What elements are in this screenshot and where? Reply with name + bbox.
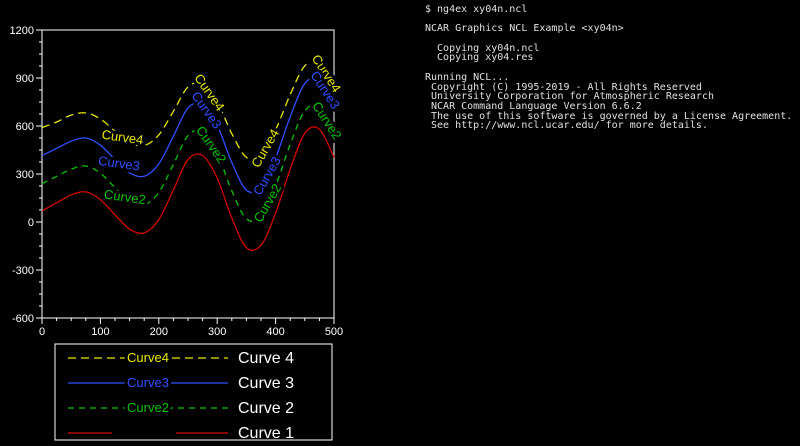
legend-row: Curve4 Curve 4: [68, 350, 294, 367]
x-tick-label: 300: [208, 326, 226, 338]
screen: -600 -300 0 300 600 900 1200 0 100 200 300 400 500 Cu…: [0, 0, 800, 441]
legend-line-label: Curve4: [127, 350, 169, 365]
x-tick-label: 500: [325, 326, 343, 338]
plot-frame: [42, 30, 334, 318]
legend-line-label: Curve2: [127, 400, 169, 415]
terminal-line: See http://www.ncl.ucar.edu/ for more de…: [425, 121, 795, 131]
legend: Curve4Curve 4Curve3Curve 3Curve2Curve 2C…: [55, 344, 332, 441]
y-tick-label: 600: [16, 121, 34, 133]
legend-label: Curve 2: [238, 400, 294, 417]
curve-inline-label: Curve2: [103, 187, 147, 208]
legend-row: Curve2 Curve 2: [68, 400, 294, 417]
y-tick-label: -300: [12, 265, 34, 277]
y-tick-label: 1200: [10, 25, 34, 37]
x-tick-label: 400: [266, 326, 284, 338]
legend-label: Curve 4: [238, 350, 294, 367]
ncar-graphics-window: -600 -300 0 300 600 900 1200 0 100 200 300 400 500 Cu…: [0, 0, 420, 441]
y-tick-label: 300: [16, 169, 34, 181]
terminal-prompt-line[interactable]: $ ng4ex xy04n.ncl: [425, 5, 795, 15]
x-tick-label: 0: [39, 326, 45, 338]
terminal-line: Copying xy04.res: [425, 53, 795, 63]
y-tick-label: -600: [12, 313, 34, 325]
x-axis: 0 100 200 300 400 500: [39, 318, 343, 338]
curve-curve-2: [42, 105, 334, 222]
curve-inline-label: Curve4: [101, 127, 145, 148]
legend-label: Curve 3: [238, 375, 294, 392]
y-tick-label: 900: [16, 73, 34, 85]
legend-row: Curve3 Curve 3: [68, 375, 294, 392]
legend-line-label: Curve3: [127, 375, 169, 390]
y-tick-label: 0: [28, 217, 34, 229]
x-tick-label: 100: [91, 326, 109, 338]
terminal-line: NCAR Graphics NCL Example <xy04n>: [425, 24, 795, 34]
y-axis: -600 -300 0 300 600 900 1200: [10, 25, 42, 325]
legend-row: Curve 1: [68, 425, 294, 441]
curve-inline-label: Curve3: [97, 153, 141, 174]
terminal-output[interactable]: $ ng4ex xy04n.ncl NCAR Graphics NCL Exam…: [425, 5, 795, 131]
xy-plot-canvas: -600 -300 0 300 600 900 1200 0 100 200 300 400 500 Cu…: [0, 0, 420, 441]
legend-label: Curve 1: [238, 425, 294, 441]
x-tick-label: 200: [150, 326, 168, 338]
